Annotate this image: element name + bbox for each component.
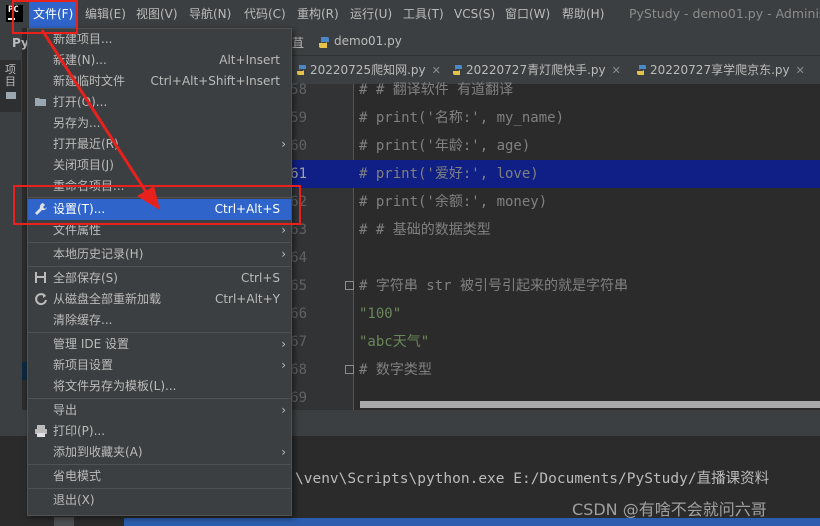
annotation-arrow (40, 29, 160, 210)
